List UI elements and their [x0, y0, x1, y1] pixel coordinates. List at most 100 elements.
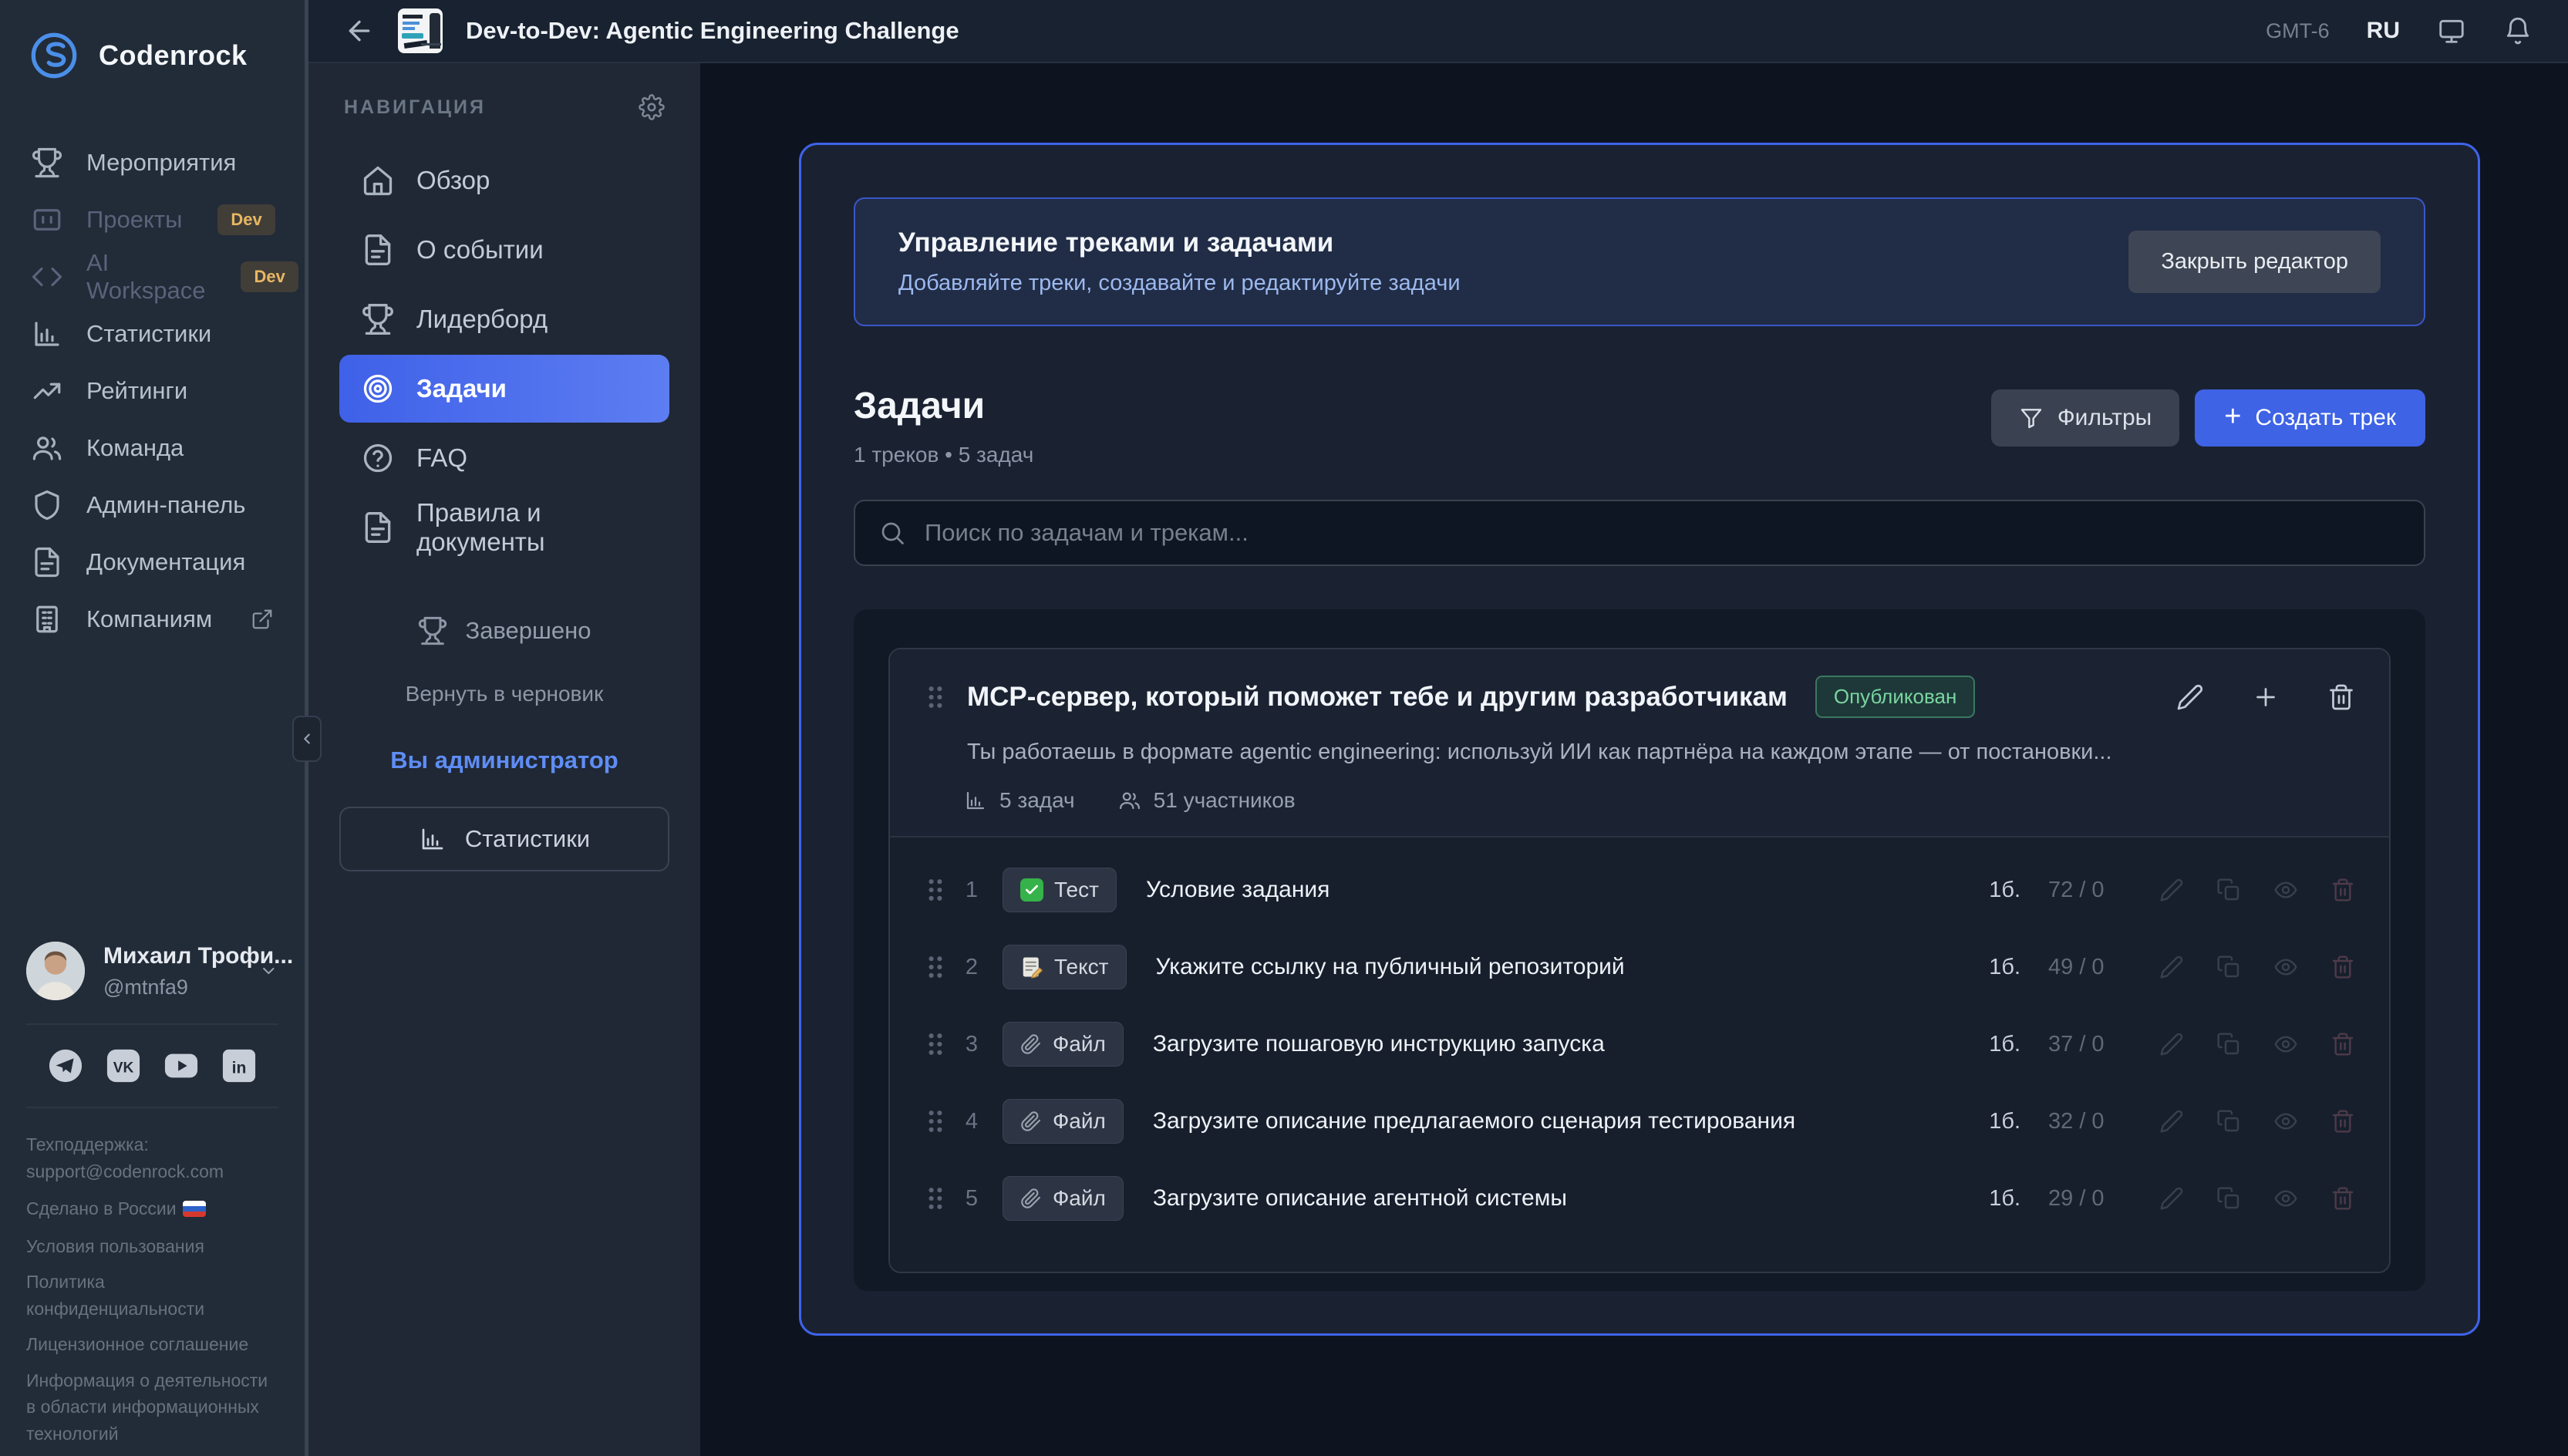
drag-handle-icon[interactable] — [924, 1185, 947, 1212]
sidebar-item-statistics[interactable]: Статистики — [26, 305, 278, 362]
sidebar-item-projects[interactable]: Проекты Dev — [26, 191, 278, 248]
language-selector[interactable]: RU — [2367, 18, 2400, 44]
task-type-label: Файл — [1053, 1109, 1106, 1134]
edit-pencil-icon[interactable] — [2159, 1032, 2184, 1057]
sidebar-item-ai-workspace[interactable]: AI Workspace Dev — [26, 248, 278, 305]
edit-pencil-icon[interactable] — [2159, 1186, 2184, 1211]
brand-logo-row[interactable]: Codenrock — [29, 31, 278, 80]
drag-handle-icon[interactable] — [924, 1107, 947, 1135]
add-task-icon[interactable] — [2252, 683, 2280, 711]
copy-icon[interactable] — [2216, 1109, 2241, 1134]
sidebar-item-ratings[interactable]: Рейтинги — [26, 362, 278, 420]
statistics-button[interactable]: Статистики — [339, 807, 669, 871]
sidebar-item-label: Мероприятия — [86, 149, 236, 177]
bar-chart-icon — [964, 789, 987, 812]
sidebar-item-admin-panel[interactable]: Админ-панель — [26, 477, 278, 534]
bell-icon[interactable] — [2503, 16, 2533, 46]
nav-item-rules[interactable]: Правила и документы — [339, 494, 669, 561]
search-input[interactable] — [925, 519, 2401, 547]
main-content: Управление треками и задачами Добавляйте… — [700, 63, 2568, 1456]
tasks-summary: 1 треков • 5 задач — [854, 443, 1033, 467]
nav-item-overview[interactable]: Обзор — [339, 147, 669, 214]
edit-pencil-icon[interactable] — [2159, 955, 2184, 979]
nav-item-leaderboard[interactable]: Лидерборд — [339, 285, 669, 353]
sidebar-item-label: AI Workspace — [86, 249, 205, 305]
eye-icon[interactable] — [2273, 955, 2298, 979]
eye-icon[interactable] — [2273, 1109, 2298, 1134]
tasks-section-header: Задачи 1 треков • 5 задач Фильтры + Созд… — [854, 385, 2425, 467]
track-participants: 51 участников — [1118, 788, 1296, 813]
track-title: MCP-сервер, который поможет тебе и други… — [967, 682, 1788, 713]
filters-button[interactable]: Фильтры — [1991, 389, 2179, 447]
copy-icon[interactable] — [2216, 878, 2241, 902]
admin-role-link[interactable]: Вы администратор — [339, 747, 669, 774]
task-row: 5 Файл Загрузите описание агентной систе… — [890, 1160, 2389, 1237]
drag-handle-icon[interactable] — [924, 683, 947, 711]
filters-button-label: Фильтры — [2057, 405, 2152, 431]
task-points: 1б. — [1989, 1186, 2020, 1212]
event-title: Dev-to-Dev: Agentic Engineering Challeng… — [466, 17, 959, 45]
delete-icon[interactable] — [2330, 1032, 2355, 1057]
task-row: 1 Тест Условие задания 1б. 72 / 0 — [890, 851, 2389, 929]
sidebar-item-documentation[interactable]: Документация — [26, 534, 278, 591]
topbar: Dev-to-Dev: Agentic Engineering Challeng… — [308, 0, 2568, 63]
gear-icon[interactable] — [639, 94, 665, 120]
user-menu[interactable]: Михаил Трофи... @mtnfa9 — [26, 942, 278, 1000]
revert-to-draft-link[interactable]: Вернуть в черновик — [339, 682, 669, 706]
nav-item-about[interactable]: О событии — [339, 216, 669, 284]
edit-pencil-icon[interactable] — [2159, 878, 2184, 902]
made-in-line: Сделано в России — [26, 1195, 278, 1222]
copy-icon[interactable] — [2216, 1032, 2241, 1057]
delete-icon[interactable] — [2330, 878, 2355, 902]
delete-icon[interactable] — [2330, 955, 2355, 979]
tasks-actions: Фильтры + Создать трек — [1991, 389, 2425, 447]
edit-pencil-icon[interactable] — [2159, 1109, 2184, 1134]
eye-icon[interactable] — [2273, 1032, 2298, 1057]
footer-link-it-info[interactable]: Информация о деятельности в области инфо… — [26, 1367, 278, 1448]
timezone-selector[interactable]: GMT-6 — [2266, 19, 2330, 43]
support-email-link[interactable]: support@codenrock.com — [26, 1161, 224, 1181]
track-description: Ты работаешь в формате agentic engineeri… — [967, 740, 2355, 765]
task-submission-stats: 49 / 0 — [2048, 955, 2141, 980]
vk-icon[interactable]: VK — [106, 1048, 141, 1084]
create-track-button[interactable]: + Создать трек — [2195, 389, 2425, 447]
search-bar — [854, 500, 2425, 566]
event-status: Завершено — [339, 615, 669, 646]
task-number: 1 — [947, 878, 996, 903]
delete-icon[interactable] — [2330, 1109, 2355, 1134]
social-links: VK in — [26, 1048, 278, 1084]
track-header: MCP-сервер, который поможет тебе и други… — [890, 649, 2389, 836]
delete-track-icon[interactable] — [2327, 683, 2355, 711]
eye-icon[interactable] — [2273, 878, 2298, 902]
target-icon — [361, 372, 395, 406]
collapse-sidebar-handle[interactable] — [292, 716, 322, 762]
delete-icon[interactable] — [2330, 1186, 2355, 1211]
drag-handle-icon[interactable] — [924, 1030, 947, 1058]
footer-link-privacy[interactable]: Политика конфиденциальности — [26, 1269, 278, 1322]
users-icon — [31, 432, 63, 464]
nav-item-tasks[interactable]: Задачи — [339, 355, 669, 423]
nav-item-faq[interactable]: FAQ — [339, 424, 669, 492]
close-editor-button[interactable]: Закрыть редактор — [2128, 231, 2381, 293]
chevron-down-icon[interactable] — [259, 958, 278, 984]
sidebar-item-team[interactable]: Команда — [26, 420, 278, 477]
topbar-right: GMT-6 RU — [2266, 16, 2533, 46]
footer-link-terms[interactable]: Условия пользования — [26, 1233, 278, 1260]
sidebar-item-events[interactable]: Мероприятия — [26, 134, 278, 191]
youtube-icon[interactable] — [163, 1048, 199, 1084]
drag-handle-icon[interactable] — [924, 876, 947, 904]
nav-item-label: Лидерборд — [416, 305, 548, 334]
code-icon — [31, 261, 63, 293]
back-button[interactable] — [344, 15, 375, 46]
task-row-actions — [2159, 1186, 2355, 1211]
monitor-icon[interactable] — [2437, 16, 2466, 46]
edit-pencil-icon[interactable] — [2176, 683, 2204, 711]
copy-icon[interactable] — [2216, 1186, 2241, 1211]
drag-handle-icon[interactable] — [924, 953, 947, 981]
sidebar-item-companies[interactable]: Компаниям — [26, 591, 278, 648]
footer-link-license[interactable]: Лицензионное соглашение — [26, 1331, 278, 1358]
copy-icon[interactable] — [2216, 955, 2241, 979]
linkedin-icon[interactable]: in — [221, 1048, 257, 1084]
telegram-icon[interactable] — [48, 1048, 83, 1084]
eye-icon[interactable] — [2273, 1186, 2298, 1211]
